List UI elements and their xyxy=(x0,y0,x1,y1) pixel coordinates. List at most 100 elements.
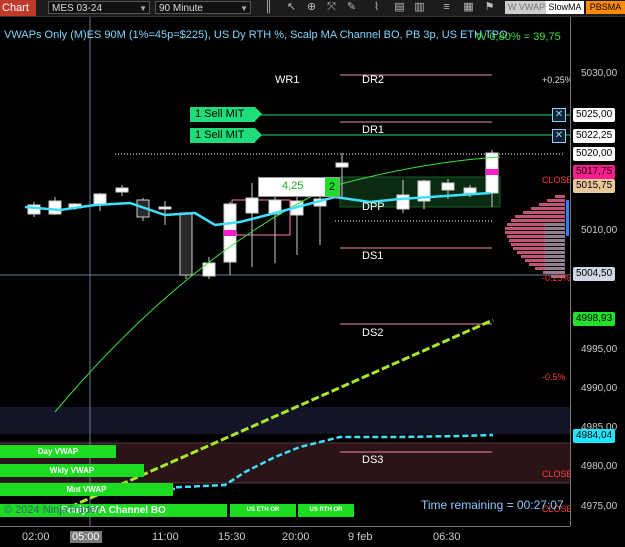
close-label-2: CLOSE xyxy=(542,469,573,479)
time-axis[interactable]: 02:00 05:00 11:00 15:30 20:00 9 feb 06:3… xyxy=(0,526,570,547)
price-tick: 4980,00 xyxy=(581,461,618,472)
profile-bar xyxy=(515,215,565,218)
drawing-tools-icon[interactable]: ✎ xyxy=(345,1,358,14)
time-tick: 9 feb xyxy=(348,531,373,543)
profile-bar-secondary xyxy=(545,267,565,270)
pointer-icon[interactable]: ↖ xyxy=(285,1,298,14)
interval-select[interactable]: 90 Minute ▼ xyxy=(155,1,251,14)
pct-plus-025: +0.25% xyxy=(542,75,573,85)
level-ds2: DS2 xyxy=(362,327,384,339)
profile-bar xyxy=(555,195,565,198)
price-tag-4984: 4984,04 xyxy=(573,429,616,443)
weekly-range-text: W 0,80% = 39,75 xyxy=(476,31,561,43)
profile-bar-secondary xyxy=(545,259,565,262)
level-ds1: DS1 xyxy=(362,250,384,262)
order-entry-box[interactable]: 4,25 2 xyxy=(258,177,340,197)
pct-minus-025: -0.25% xyxy=(542,273,571,283)
profile-bar xyxy=(539,203,565,206)
cancel-order-1-icon[interactable]: ✕ xyxy=(552,108,566,122)
profile-marker xyxy=(566,200,569,236)
us-rth-or-button[interactable]: US RTH OR xyxy=(298,504,354,517)
profile-bar-secondary xyxy=(545,247,565,250)
level-ds3: DS3 xyxy=(362,454,384,466)
candle-body xyxy=(463,187,477,194)
candlesticks xyxy=(27,150,499,279)
level-dr2: DR2 xyxy=(362,74,385,86)
properties-icon[interactable]: ≡ xyxy=(440,1,453,14)
day-vwap-button[interactable]: Day VWAP xyxy=(0,445,116,458)
profile-bar xyxy=(511,219,565,222)
instrument-value: MES 03-24 xyxy=(52,3,103,14)
chevron-down-icon: ▼ xyxy=(240,4,248,13)
candle-marker xyxy=(224,230,236,236)
price-tag-5015: 5015,75 xyxy=(573,179,616,193)
interval-value: 90 Minute xyxy=(159,3,203,14)
price-tag-5017: 5017,75 xyxy=(573,165,616,179)
price-tick: 5030,00 xyxy=(581,68,618,79)
order-entry-value: 4,25 xyxy=(282,180,304,192)
crosshair-icon[interactable]: ⤧ xyxy=(325,1,338,14)
time-tick: 15:30 xyxy=(218,531,246,543)
profile-bar-secondary xyxy=(545,231,565,234)
chart-title: VWAPs Only (M)ES 90M (1%=45p=$225), US D… xyxy=(4,29,508,41)
candle-body xyxy=(396,194,410,210)
close-label-1: CLOSE xyxy=(542,175,573,185)
profile-bar-secondary xyxy=(545,223,565,226)
level-dpp: DPP xyxy=(362,201,385,213)
price-axis[interactable]: 5030,00 5010,00 4995,00 4990,00 4985,00 … xyxy=(570,17,625,526)
profile-bar-secondary xyxy=(545,227,565,230)
candle-body xyxy=(179,212,193,276)
chart-window-title: Chart xyxy=(0,0,36,16)
order-entry-qty[interactable]: 2 xyxy=(325,178,339,196)
pbsma-button[interactable]: PBSMA xyxy=(586,1,625,14)
sell-mit-order-2[interactable]: 1 Sell MIT xyxy=(190,128,262,143)
indicators-icon[interactable]: ⌇ xyxy=(370,1,383,14)
profile-bar xyxy=(523,211,565,214)
us-eth-or-button[interactable]: US ETH OR xyxy=(230,504,296,517)
price-tag-5004: 5004,50 xyxy=(573,267,616,281)
strategies-icon[interactable]: ▤ xyxy=(393,1,406,14)
bar-type-icon[interactable]: ║ xyxy=(262,1,275,14)
slowma-button[interactable]: SlowMA xyxy=(546,1,584,14)
vwap-button[interactable]: W VWAP xyxy=(505,1,548,14)
profile-bar-secondary xyxy=(545,243,565,246)
level-dr1: DR1 xyxy=(362,124,385,136)
time-tick: 02:00 xyxy=(22,531,50,543)
sell-mit-order-1[interactable]: 1 Sell MIT xyxy=(190,107,262,122)
price-chart-panel[interactable]: VWAPs Only (M)ES 90M (1%=45p=$225), US D… xyxy=(0,17,573,526)
time-tick: 20:00 xyxy=(282,531,310,543)
data-box-icon[interactable]: ▦ xyxy=(462,1,475,14)
order-price-tag-2: 5022,25 xyxy=(573,129,616,143)
candle-body xyxy=(48,200,62,215)
price-tick: 4995,00 xyxy=(581,344,618,355)
order-price-tag-1: 5025,00 xyxy=(573,108,616,122)
pct-minus-05: -0.5% xyxy=(542,372,566,382)
volume-profile xyxy=(505,195,565,278)
wkly-vwap-button[interactable]: Wkly VWAP xyxy=(0,464,144,477)
chevron-down-icon: ▼ xyxy=(139,4,147,13)
time-tick: 06:30 xyxy=(433,531,461,543)
profile-bar xyxy=(531,207,565,210)
flag-icon[interactable]: ⚑ xyxy=(483,1,496,14)
chart-trader-icon[interactable]: ▥ xyxy=(413,1,426,14)
profile-bar-secondary xyxy=(545,263,565,266)
candle-body xyxy=(115,187,129,193)
mnt-vwap-button[interactable]: Mnt VWAP xyxy=(0,483,173,496)
candle-marker xyxy=(486,169,498,175)
level-wr1: WR1 xyxy=(275,74,300,86)
candle-body xyxy=(335,162,349,168)
profile-bar-secondary xyxy=(545,235,565,238)
price-tick: 4990,00 xyxy=(581,383,618,394)
price-tag-5020: 5020,00 xyxy=(573,147,616,161)
candle-body xyxy=(245,197,259,214)
profile-bar xyxy=(547,199,565,202)
instrument-select[interactable]: MES 03-24 ▼ xyxy=(48,1,150,14)
copyright-text: © 2024 NinjaTrader xyxy=(4,504,100,516)
price-tag-4998: 4998,93 xyxy=(573,312,616,326)
profile-bar-secondary xyxy=(545,251,565,254)
cancel-order-2-icon[interactable]: ✕ xyxy=(552,129,566,143)
time-tick: 11:00 xyxy=(152,531,179,543)
price-tick: 4975,00 xyxy=(581,501,618,512)
zoom-icon[interactable]: ⊕ xyxy=(305,1,318,14)
time-remaining: Time remaining = 00:27:07 xyxy=(421,498,564,512)
